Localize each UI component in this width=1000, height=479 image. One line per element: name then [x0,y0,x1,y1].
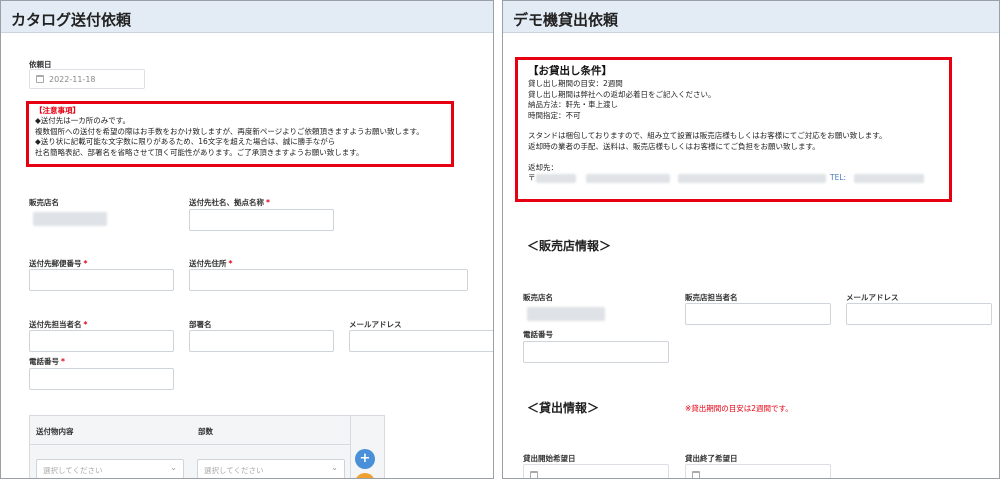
table-divider [30,444,350,445]
address-input[interactable] [189,269,468,291]
dest-company-label: 送付先社名、拠点名称 * [189,198,270,207]
department-label: 部署名 [189,320,212,329]
conditions-line: 納品方法：軒先・車上渡し [528,100,618,110]
catalog-panel-title: カタログ送付依頼 [1,1,493,33]
items-table: 送付物内容 部数 選択してください ⌄ 選択してください ⌄ [29,415,385,478]
request-date-value: 2022-11-18 [49,74,96,84]
table-divider [350,416,351,478]
items-col-content-header: 送付物内容 [36,427,74,436]
shop-info-section-title: ＜販売店情報＞ [527,239,612,253]
loan-start-label: 貸出開始希望日 [523,454,576,463]
conditions-spacer [528,152,939,162]
notice-line: 複数個所への送付を希望の際はお手数をおかけ致しますが、再度新ページよりご依頼頂き… [35,126,424,136]
postal-mark: 〒 [528,173,536,183]
email-input[interactable] [349,330,493,352]
loan-end-label: 貸出終了希望日 [685,454,738,463]
conditions-line: 貸し出し期間の目安：2週間 [528,79,623,89]
phone-label: 電話番号 * [29,357,65,366]
return-address-redacted [586,174,670,184]
notice-box: 【注意事項】 ◆送付先は一カ所のみです。 複数個所への送付を希望の際はお手数をお… [26,101,454,167]
conditions-spacer [528,121,939,131]
shop-name-label: 販売店名 [523,293,553,302]
add-row-button[interactable]: + [355,449,375,469]
notice-line: ◆送り状に記載可能な文字数に限りがあるため、16文字を超えた場合は、誠に勝手なが… [35,137,336,147]
return-address-label: 返却先： [528,162,558,172]
postal-code-label: 送付先郵便番号 * [29,259,88,268]
email-input[interactable] [846,303,992,325]
notice-line: 社名簡略表記、部署名を省略させて頂く可能性があります。ご了承頂きますようお願い致… [35,147,364,157]
conditions-line: 時間指定：不可 [528,110,581,120]
shop-contact-input[interactable] [685,303,831,325]
loan-end-date-input[interactable] [685,464,831,478]
contact-name-label: 送付先担当者名 * [29,320,88,329]
shop-name-value-redacted [33,212,107,226]
postal-code-input[interactable] [29,269,174,291]
chevron-down-icon: ⌄ [170,463,177,472]
request-date-field: 2022-11-18 [29,69,145,89]
department-input[interactable] [189,330,334,352]
contact-name-input[interactable] [29,330,174,352]
return-address-redacted [536,174,576,184]
conditions-title: 【お貸出し条件】 [528,65,612,77]
return-address-line: 〒 TEL: [528,173,939,185]
loan-period-warning: ※貸出期間の目安は2週間です。 [685,404,793,413]
phone-input[interactable] [29,368,174,390]
catalog-request-panel: カタログ送付依頼 依頼日 2022-11-18 【注意事項】 ◆送付先は一カ所の… [0,0,494,479]
chevron-down-icon: ⌄ [331,463,338,472]
tel-label: TEL: [830,173,847,183]
items-col-quantity-header: 部数 [198,427,213,436]
address-label: 送付先住所 * [189,259,233,268]
tel-redacted [854,174,924,184]
calendar-icon [36,75,44,83]
demo-panel-title: デモ機貸出依頼 [503,1,999,33]
conditions-line: 返却時の業者の手配、送料は、販売店様もしくはお客様にてご負担をお願い致します。 [528,141,820,151]
phone-input[interactable] [523,341,669,363]
loan-conditions-box: 【お貸出し条件】 貸し出し期間の目安：2週間 貸し出し期間は弊社への返却必着日を… [515,57,952,202]
demo-loan-panel: デモ機貸出依頼 【お貸出し条件】 貸し出し期間の目安：2週間 貸し出し期間は弊社… [502,0,1000,479]
item-content-select[interactable]: 選択してください ⌄ [36,459,184,478]
notice-line: ◆送付先は一カ所のみです。 [35,116,131,126]
email-label: メールアドレス [349,320,402,329]
conditions-line: スタンドは梱包しておりますので、組み立て設置は販売店様もしくはお客様にてご対応を… [528,131,887,141]
notice-title: 【注意事項】 [35,106,80,115]
calendar-icon [530,471,538,478]
shop-name-value-redacted [527,307,605,321]
phone-label: 電話番号 [523,330,553,339]
loan-info-section-title: ＜貸出情報＞ [527,401,600,415]
email-label: メールアドレス [846,293,899,302]
return-address-redacted [678,174,826,184]
shop-contact-label: 販売店担当者名 [685,293,738,302]
conditions-line: 貸し出し期間は弊社への返却必着日をご記入ください。 [528,89,716,99]
dest-company-input[interactable] [189,209,334,231]
item-quantity-select[interactable]: 選択してください ⌄ [197,459,345,478]
loan-start-date-input[interactable] [523,464,669,478]
shop-name-label: 販売店名 [29,198,59,207]
calendar-icon [692,471,700,478]
